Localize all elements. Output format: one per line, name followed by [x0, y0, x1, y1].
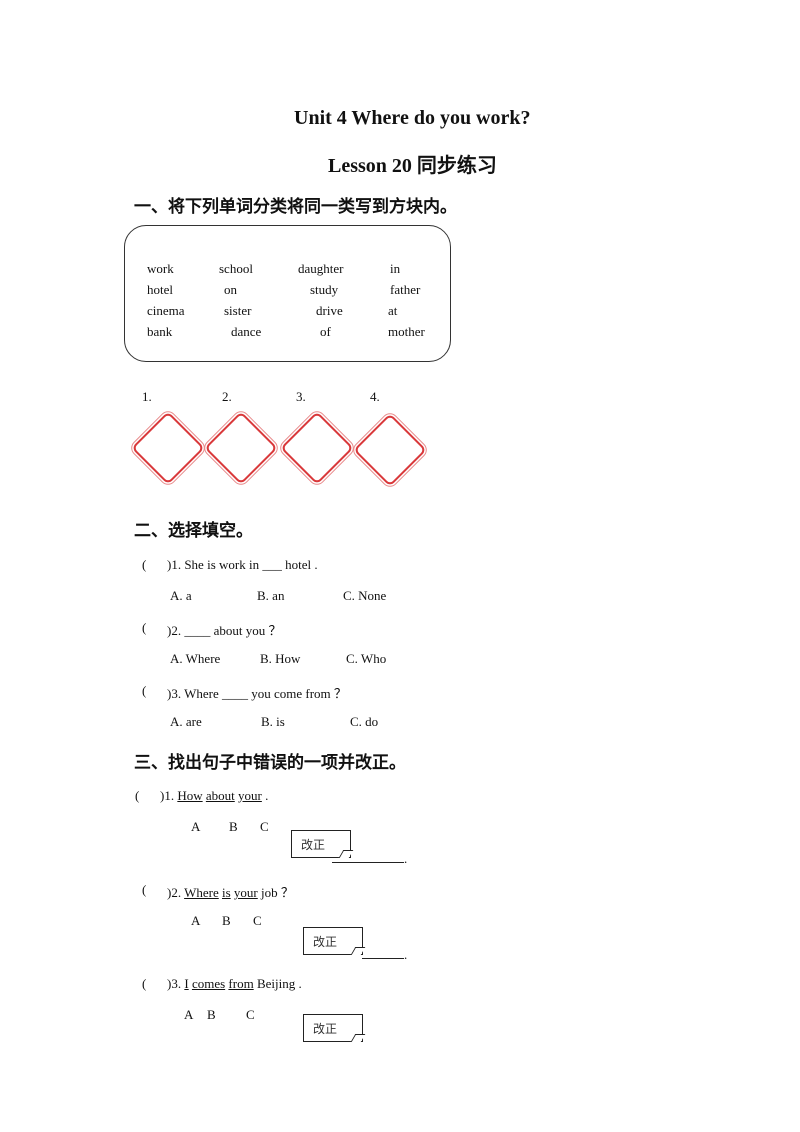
section2-heading: 二、选择填空。: [134, 521, 253, 541]
word: work: [147, 261, 174, 276]
word: school: [219, 261, 253, 276]
error-sentence: )1. How about your .: [160, 788, 269, 803]
answer-bracket[interactable]: (: [142, 976, 146, 992]
option: B. is: [261, 714, 285, 729]
option: B. How: [260, 651, 301, 666]
letter-b: B: [207, 1007, 216, 1022]
answer-diamond-3[interactable]: [280, 411, 354, 485]
box-label: 3.: [296, 389, 306, 404]
question-text: )1. She is work in ___ hotel .: [167, 557, 318, 572]
letter-c: C: [246, 1007, 255, 1022]
word: sister: [224, 303, 252, 318]
word: daughter: [298, 261, 344, 276]
correction-label-box: 改正: [303, 1014, 366, 1042]
answer-bracket[interactable]: (: [135, 788, 139, 804]
word: study: [310, 282, 339, 297]
option-c: your: [238, 788, 262, 803]
letter-a: A: [191, 819, 201, 834]
box-label: 1.: [142, 389, 152, 404]
correction-blank[interactable]: [362, 958, 404, 959]
word: bank: [147, 324, 173, 339]
correction-label-box: 改正: [303, 927, 366, 955]
answer-bracket[interactable]: (: [142, 557, 146, 573]
option: C. None: [343, 588, 387, 603]
page-title: Unit 4 Where do you work?: [294, 107, 531, 129]
option: A. a: [170, 588, 192, 603]
word: at: [388, 303, 398, 318]
option-b: comes: [191, 976, 226, 991]
letter-a: A: [184, 1007, 194, 1022]
answer-bracket[interactable]: (: [142, 882, 146, 898]
section1-heading: 一、将下列单词分类将同一类写到方块内。: [134, 197, 457, 217]
option-c: from: [228, 976, 254, 991]
word: on: [224, 282, 237, 297]
error-sentence: )2. Where is your job ？: [167, 885, 294, 900]
option: C. do: [350, 714, 379, 729]
option: A. are: [170, 714, 202, 729]
section3-heading: 三、找出句子中错误的一项并改正。: [134, 753, 406, 773]
option-a: I: [184, 976, 189, 991]
answer-diamond-2[interactable]: [204, 411, 278, 485]
word: hotel: [147, 282, 173, 297]
letter-b: B: [229, 819, 238, 834]
answer-bracket[interactable]: (: [142, 620, 146, 636]
option-a: How: [177, 788, 203, 803]
option-b: about: [205, 788, 235, 803]
letter-b: B: [222, 913, 231, 928]
letter-c: C: [260, 819, 269, 834]
answer-bracket[interactable]: (: [142, 683, 146, 699]
word: mother: [388, 324, 425, 339]
answer-diamond-4[interactable]: [353, 413, 427, 487]
box-label: 2.: [222, 389, 232, 404]
correction-blank[interactable]: [332, 862, 404, 863]
word: in: [390, 261, 401, 276]
word: of: [320, 324, 331, 339]
option-b: is: [222, 885, 231, 900]
answer-diamond-1[interactable]: [131, 411, 205, 485]
option: B. an: [257, 588, 285, 603]
word: father: [390, 282, 421, 297]
word: drive: [316, 303, 343, 318]
option-a: Where: [184, 885, 219, 900]
option: C. Who: [346, 651, 387, 666]
word: cinema: [147, 303, 185, 318]
correction-label-box: 改正: [291, 830, 354, 858]
letter-c: C: [253, 913, 262, 928]
option: A. Where: [170, 651, 221, 666]
letter-a: A: [191, 913, 201, 928]
error-sentence: )3. I comes from Beijing .: [167, 976, 302, 991]
question-text: )2. ____ about you ？: [167, 623, 282, 638]
box-label: 4.: [370, 389, 380, 404]
page-subtitle: Lesson 20 同步练习: [328, 155, 497, 177]
word: dance: [231, 324, 262, 339]
option-c: your: [233, 885, 258, 900]
question-text: )3. Where ____ you come from ？: [167, 686, 347, 701]
